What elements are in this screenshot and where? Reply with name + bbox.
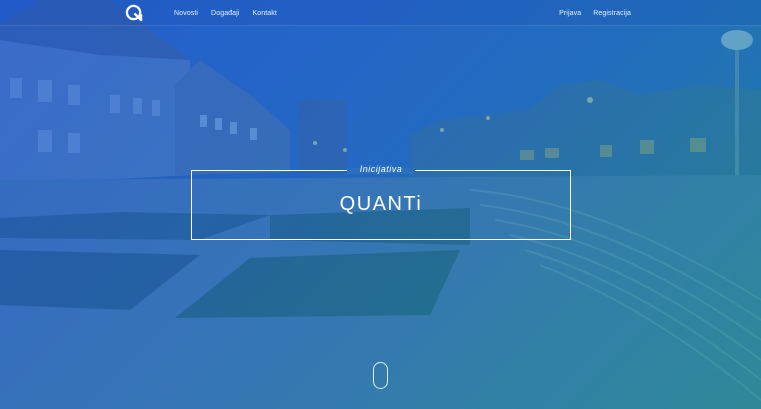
hero-kicker: Inicijativa [359, 164, 403, 174]
hero-title-frame: Inicijativa QUANTi [191, 164, 571, 240]
nav-link-kontakt[interactable]: Kontakt [252, 10, 276, 17]
hero-title: QUANTi [339, 193, 423, 215]
mouse-scroll-icon[interactable] [373, 362, 388, 389]
top-navbar: Novosti Događaji Kontakt Prijava Registr… [0, 0, 761, 26]
primary-nav: Novosti Događaji Kontakt [174, 0, 277, 26]
nav-link-prijava[interactable]: Prijava [559, 10, 581, 17]
nav-link-registracija[interactable]: Registracija [593, 10, 631, 17]
hero-section: Novosti Događaji Kontakt Prijava Registr… [0, 0, 761, 409]
nav-link-novosti[interactable]: Novosti [174, 10, 198, 17]
account-nav: Prijava Registracija [559, 0, 631, 26]
quanti-q-logo[interactable] [125, 4, 144, 22]
nav-link-dogadaji[interactable]: Događaji [211, 10, 239, 17]
